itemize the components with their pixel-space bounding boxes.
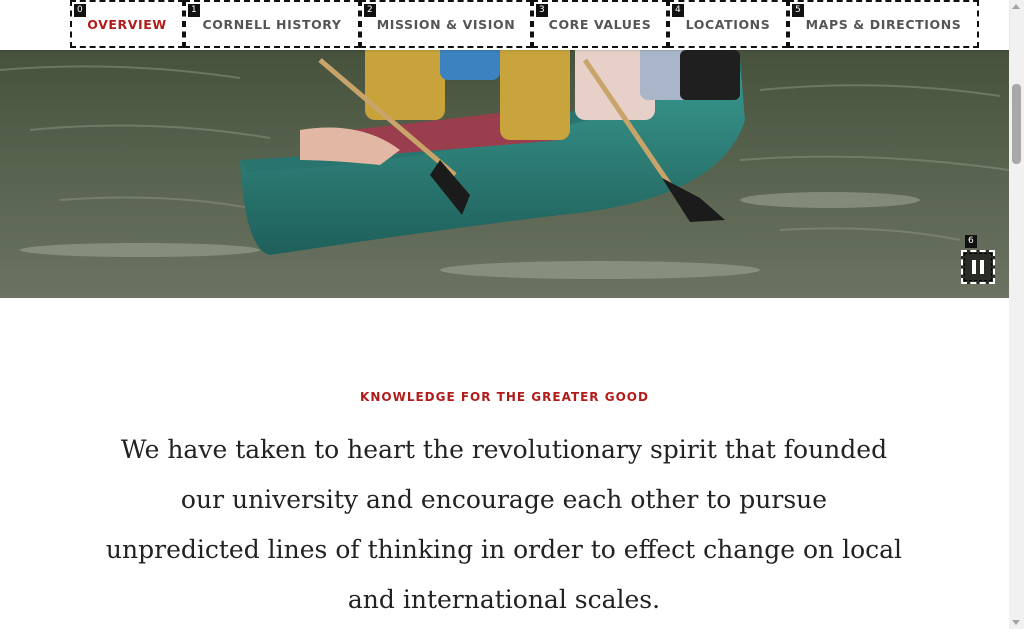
tab-label: MISSION & VISION (376, 16, 516, 32)
tab-label: MAPS & DIRECTIONS (805, 16, 962, 32)
pause-button[interactable] (961, 250, 995, 284)
section-subnav: 0 OVERVIEW 1 CORNELL HISTORY 2 MISSION &… (0, 0, 1009, 50)
tab-label: LOCATIONS (685, 16, 771, 32)
tab-overview[interactable]: 0 OVERVIEW (70, 0, 184, 48)
tab-maps-directions[interactable]: 5 MAPS & DIRECTIONS (788, 0, 979, 48)
tab-label: OVERVIEW (87, 16, 167, 32)
scrollbar-thumb[interactable] (1012, 84, 1021, 164)
tab-core-values[interactable]: 3 CORE VALUES (532, 0, 668, 48)
pause-icon (970, 260, 986, 274)
scroll-up-arrow-icon[interactable] (1012, 4, 1020, 9)
tab-index-tag: 3 (536, 4, 548, 17)
scroll-down-arrow-icon[interactable] (1012, 620, 1020, 625)
tab-label: CORE VALUES (548, 16, 652, 32)
lead-paragraph: We have taken to heart the revolutionary… (105, 435, 903, 614)
tab-index-tag: 1 (188, 4, 200, 17)
tab-label: CORNELL HISTORY (202, 16, 342, 32)
tab-index-tag: 0 (74, 4, 86, 17)
tab-locations[interactable]: 4 LOCATIONS (668, 0, 788, 48)
tab-index-tag: 4 (672, 4, 684, 17)
tab-mission-vision[interactable]: 2 MISSION & VISION (360, 0, 532, 48)
tab-index-tag: 2 (364, 4, 376, 17)
tab-index-tag: 5 (792, 4, 804, 17)
tab-cornell-history[interactable]: 1 CORNELL HISTORY (184, 0, 360, 48)
section-eyebrow: KNOWLEDGE FOR THE GREATER GOOD (360, 390, 649, 404)
page-scrollbar[interactable] (1009, 0, 1024, 629)
pause-index-tag: 6 (965, 235, 977, 248)
